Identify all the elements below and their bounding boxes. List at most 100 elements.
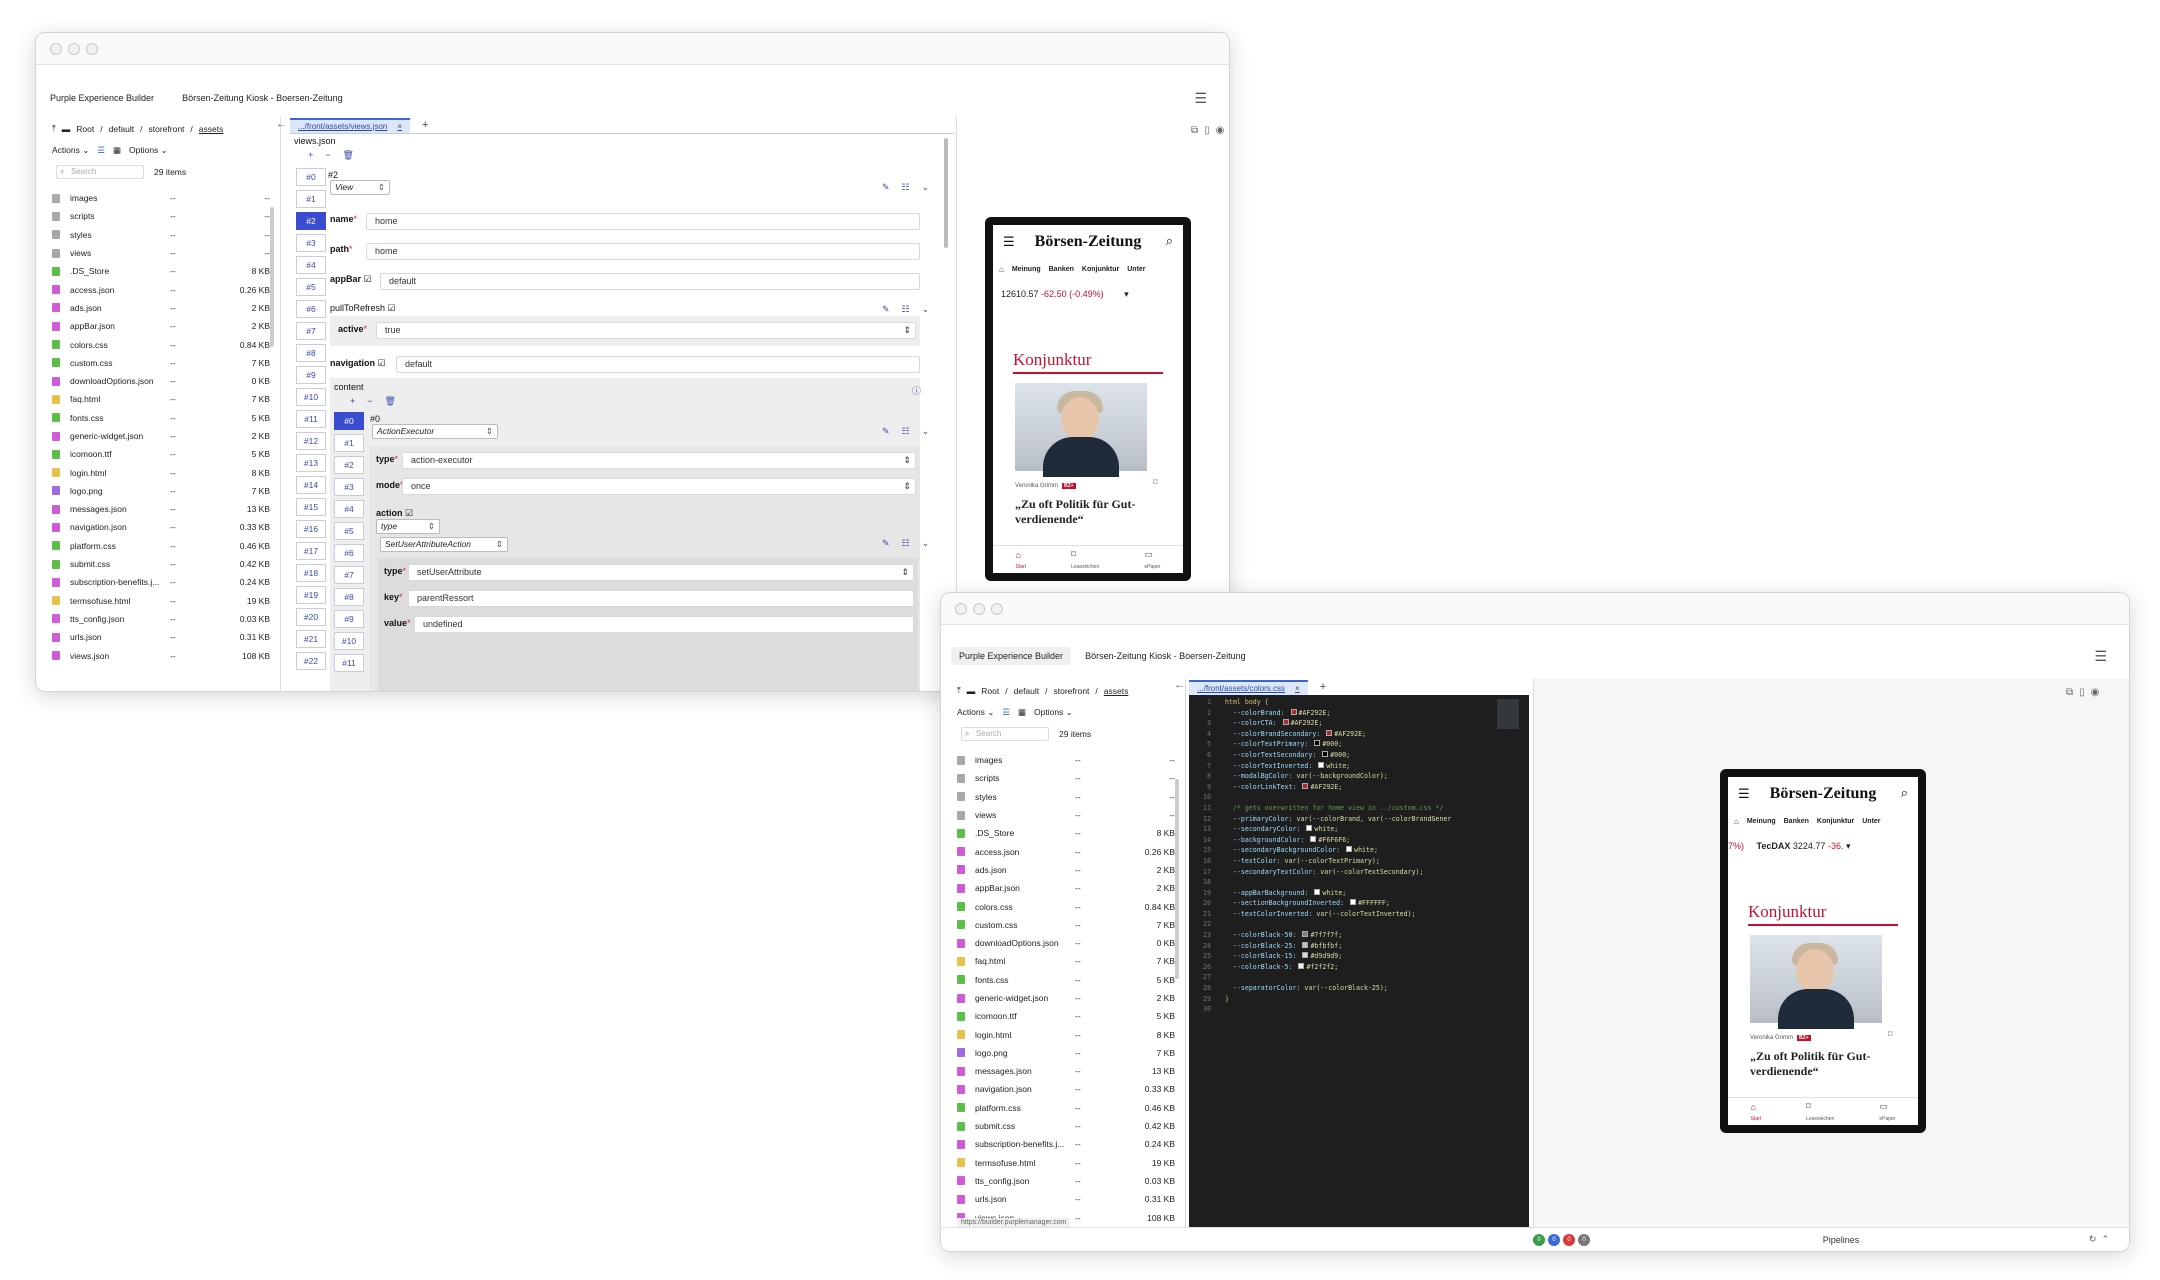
array-index-item[interactable]: #5 [296, 278, 326, 296]
file-list-scrollbar[interactable] [1175, 779, 1179, 979]
breadcrumb-storefront[interactable]: storefront [149, 124, 185, 134]
nav-banken[interactable]: Banken [1784, 818, 1809, 825]
array-index-item[interactable]: #8 [296, 344, 326, 362]
array-index-item[interactable]: #1 [296, 190, 326, 208]
search-input[interactable]: ⌕ Search [56, 165, 144, 179]
file-row[interactable]: logo.png -- 7 KB [52, 482, 272, 500]
color-swatch[interactable] [1306, 825, 1313, 832]
window-minimize-dot[interactable] [68, 43, 80, 55]
bottom-nav-epaper[interactable]: ▭ ePaper [1879, 1101, 1895, 1122]
array-index-item[interactable]: #12 [296, 432, 326, 450]
file-row[interactable]: views -- -- [52, 244, 272, 262]
file-row[interactable]: icomoon.ttf -- 5 KB [957, 1007, 1177, 1025]
file-row[interactable]: colors.css -- 0.84 KB [957, 897, 1177, 915]
array-index-item[interactable]: #0 [334, 412, 364, 430]
color-swatch[interactable] [1302, 952, 1309, 959]
color-swatch[interactable] [1302, 931, 1309, 938]
file-row[interactable]: subscription-benefits.j... -- 0.24 KB [957, 1135, 1177, 1153]
grid-view-icon[interactable]: ▦ [1018, 707, 1026, 718]
type-select[interactable]: action-executor ⇕ [402, 452, 916, 469]
navigation-field[interactable]: default [396, 356, 920, 373]
array-index-item[interactable]: #1 [334, 434, 364, 452]
actions-dropdown[interactable]: Actions ⌄ [52, 145, 89, 156]
trash-icon[interactable]: 🗑 [385, 396, 396, 407]
tab-kiosk[interactable]: Börsen-Zeitung Kiosk - Boersen-Zeitung [1071, 651, 1260, 661]
bottom-nav-start[interactable]: ⌂ Start [1751, 1102, 1762, 1122]
color-swatch[interactable] [1302, 782, 1309, 789]
home-icon[interactable]: ⌂ [1734, 817, 1739, 826]
array-index-item[interactable]: #6 [334, 544, 364, 562]
file-row[interactable]: scripts -- -- [52, 207, 272, 225]
array-index-item[interactable]: #7 [334, 566, 364, 584]
appbar-checkbox[interactable]: ☑ [364, 274, 372, 284]
array-index-item[interactable]: #6 [296, 300, 326, 318]
menu-icon[interactable]: ☰ [1003, 235, 1015, 250]
add-tab-icon[interactable]: + [1320, 681, 1326, 693]
array-index-item[interactable]: #0 [296, 168, 326, 186]
array-index-item[interactable]: #3 [334, 478, 364, 496]
eye-icon[interactable]: ◉ [1216, 125, 1225, 136]
array-index-item[interactable]: #10 [296, 388, 326, 406]
file-row[interactable]: ads.json -- 2 KB [957, 861, 1177, 879]
file-row[interactable]: fonts.css -- 5 KB [52, 409, 272, 427]
hamburger-icon[interactable]: ☰ [2094, 648, 2107, 665]
file-row[interactable]: platform.css -- 0.46 KB [957, 1099, 1177, 1117]
file-row[interactable]: access.json -- 0.26 KB [957, 842, 1177, 860]
file-row[interactable]: styles -- -- [957, 788, 1177, 806]
tab-colors-css[interactable]: .../front/assets/colors.css × [1189, 679, 1308, 695]
breadcrumb-assets[interactable]: assets [1104, 686, 1129, 696]
list-view-icon[interactable]: ☰ [1002, 707, 1010, 718]
file-row[interactable]: login.html -- 8 KB [52, 463, 272, 481]
file-row[interactable]: messages.json -- 13 KB [957, 1062, 1177, 1080]
duplicate-icon[interactable]: ⧉ [1191, 125, 1198, 136]
array-index-item[interactable]: #9 [296, 366, 326, 384]
filter-icon[interactable]: ▾ [1124, 289, 1129, 299]
duplicate-icon[interactable]: ⧉ [2066, 687, 2073, 698]
remove-icon[interactable]: − [367, 396, 372, 407]
article-photo[interactable] [1015, 383, 1147, 477]
file-row[interactable]: images -- -- [52, 189, 272, 207]
window-zoom-dot[interactable] [86, 43, 98, 55]
window-close-dot[interactable] [955, 603, 967, 615]
file-row[interactable]: colors.css -- 0.84 KB [52, 335, 272, 353]
refresh-icon[interactable]: ↻ ⌃ [2089, 1234, 2109, 1245]
color-swatch[interactable] [1322, 750, 1329, 757]
bottom-nav-bookmarks[interactable]: ⌑ Lesezeichen [1071, 549, 1099, 570]
close-tab-icon[interactable]: × [397, 122, 402, 131]
file-row[interactable]: termsofuse.html -- 19 KB [957, 1154, 1177, 1172]
array-index-item[interactable]: #9 [334, 610, 364, 628]
file-row[interactable]: logo.png -- 7 KB [957, 1044, 1177, 1062]
value-field[interactable]: undefined [414, 616, 914, 633]
window-minimize-dot[interactable] [973, 603, 985, 615]
file-row[interactable]: custom.css -- 7 KB [52, 354, 272, 372]
file-row[interactable]: images -- -- [957, 751, 1177, 769]
article-photo[interactable] [1750, 935, 1882, 1029]
add-icon[interactable]: + [308, 150, 313, 161]
array-index-item[interactable]: #11 [296, 410, 326, 428]
close-tab-icon[interactable]: × [1295, 684, 1300, 693]
path-field[interactable]: home [366, 243, 920, 260]
color-swatch[interactable] [1346, 846, 1353, 853]
file-row[interactable]: login.html -- 8 KB [957, 1025, 1177, 1043]
pull-to-refresh-checkbox[interactable]: ☑ [388, 303, 396, 313]
edit-icon[interactable]: ✎ [882, 426, 890, 437]
status-pill[interactable]: 0 [1563, 1233, 1575, 1246]
array-index-item[interactable]: #3 [296, 234, 326, 252]
color-swatch[interactable] [1350, 899, 1357, 906]
up-arrow-icon[interactable]: ⤒ [957, 685, 961, 696]
breadcrumb-assets[interactable]: assets [199, 124, 224, 134]
array-index-item[interactable]: #11 [334, 654, 364, 672]
window-zoom-dot[interactable] [991, 603, 1003, 615]
active-select[interactable]: true ⇕ [376, 322, 916, 339]
eye-icon[interactable]: ◉ [2091, 687, 2100, 698]
array-index-item[interactable]: #19 [296, 586, 326, 604]
home-icon[interactable]: ⌂ [999, 265, 1004, 274]
action-class-select[interactable]: SetUserAttributeAction ⇕ [380, 537, 508, 552]
bookmark-icon[interactable]: ⌑ [1888, 1029, 1893, 1040]
status-pill[interactable]: 0 [1578, 1233, 1590, 1246]
file-row[interactable]: fonts.css -- 5 KB [957, 971, 1177, 989]
file-row[interactable]: appBar.json -- 2 KB [957, 879, 1177, 897]
array-index-item[interactable]: #22 [296, 652, 326, 670]
hamburger-icon[interactable]: ☰ [1194, 90, 1207, 107]
file-row[interactable]: downloadOptions.json -- 0 KB [52, 372, 272, 390]
